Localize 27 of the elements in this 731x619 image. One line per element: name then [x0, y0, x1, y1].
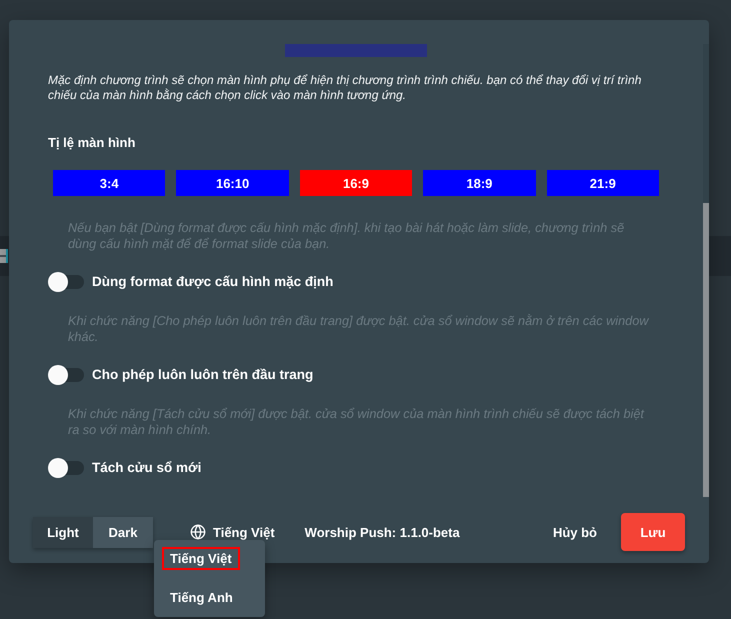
globe-icon [190, 524, 206, 540]
section-title: Tị lệ màn hình [48, 135, 136, 151]
toggle-label: Cho phép luôn luôn trên đầu trang [92, 367, 314, 383]
toggle-switch[interactable] [48, 272, 84, 292]
ratio-option[interactable]: 21:9 [546, 170, 659, 196]
language-menu-item[interactable]: Tiếng Việt [162, 547, 240, 570]
description-text: Mặc định chương trình sẽ chọn màn hình phụ để hiện thị chương trình trình chiếu. bạn có thể thay đổi vị trí trình chiếu của màn hình bằng cách chọn click vào màn hình tương ứng. [48, 73, 642, 103]
ratio-option[interactable]: 3:4 [53, 170, 166, 196]
display-tile[interactable] [285, 44, 427, 57]
background-toolbar [709, 236, 731, 276]
ratio-option[interactable]: 18:9 [423, 170, 536, 196]
toggle-label: Dùng format được cấu hình mặc định [92, 274, 334, 290]
cut-off-icon [0, 249, 8, 263]
ratio-option[interactable]: 16:10 [176, 170, 289, 196]
language-menu-item[interactable]: Tiếng Anh [162, 586, 241, 609]
cancel-button[interactable]: Hủy bỏ [552, 524, 597, 540]
scrollbar-track[interactable] [703, 44, 709, 497]
toggle-switch[interactable] [48, 365, 84, 385]
ratio-option[interactable]: 16:9 [300, 170, 412, 196]
save-button[interactable]: Lưu [621, 513, 685, 551]
language-button[interactable]: Tiếng Việt [190, 524, 275, 540]
toggle-switch[interactable] [48, 458, 84, 478]
theme-option[interactable]: Light [33, 516, 93, 548]
version-text: Worship Push: 1.1.0-beta [304, 524, 460, 540]
theme-option[interactable]: Dark [93, 516, 153, 548]
toggle-label: Tách cửu sổ mới [92, 460, 202, 476]
scrollbar-thumb[interactable] [703, 203, 709, 497]
